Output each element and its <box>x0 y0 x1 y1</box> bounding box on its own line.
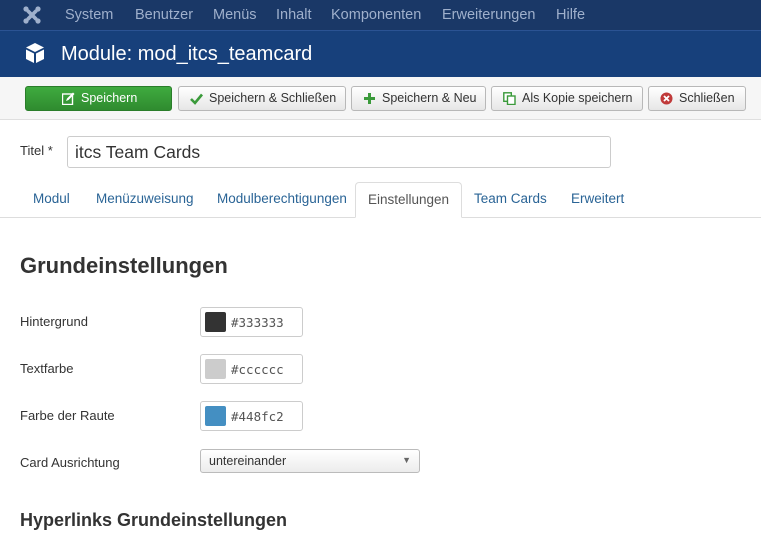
background-color-swatch[interactable] <box>205 312 226 332</box>
diamond-color-swatch[interactable] <box>205 406 226 426</box>
textcolor-value: #cccccc <box>231 362 284 377</box>
save-new-button[interactable]: Speichern & Neu <box>351 86 486 111</box>
check-icon <box>190 93 203 105</box>
tab-modulberechtigungen[interactable]: Modulberechtigungen <box>217 191 347 206</box>
orientation-label: Card Ausrichtung <box>20 455 120 470</box>
tab-team-cards[interactable]: Team Cards <box>474 191 547 206</box>
hyperlinks-heading: Hyperlinks Grundeinstellungen <box>20 510 288 530</box>
title-label: Titel * <box>20 143 53 158</box>
cube-icon <box>26 43 44 63</box>
save-new-button-label: Speichern & Neu <box>382 91 477 105</box>
page-header: Module: mod_itcs_teamcard <box>0 30 761 77</box>
menu-menus[interactable]: Menüs <box>213 0 257 30</box>
background-color-field[interactable]: #333333 <box>200 307 303 337</box>
section-heading: Grundeinstellungen <box>20 253 228 278</box>
close-button-label: Schließen <box>679 91 735 105</box>
title-input[interactable]: itcs Team Cards <box>67 136 611 168</box>
chevron-down-icon: ▼ <box>402 455 411 465</box>
tab-erweitert[interactable]: Erweitert <box>571 191 624 206</box>
menu-komponenten[interactable]: Komponenten <box>331 0 421 30</box>
menu-hilfe[interactable]: Hilfe <box>556 0 585 30</box>
close-circle-icon <box>660 92 673 105</box>
diamond-color-label: Farbe der Raute <box>20 408 115 423</box>
save-close-button[interactable]: Speichern & Schließen <box>178 86 346 111</box>
edit-icon <box>62 92 75 105</box>
tab-modul[interactable]: Modul <box>33 191 70 206</box>
orientation-select[interactable]: untereinander ▼ <box>200 449 420 473</box>
close-button[interactable]: Schließen <box>648 86 746 111</box>
textcolor-field[interactable]: #cccccc <box>200 354 303 384</box>
save-close-button-label: Speichern & Schließen <box>209 91 337 105</box>
diamond-color-value: #448fc2 <box>231 409 284 424</box>
save-copy-button-label: Als Kopie speichern <box>522 91 633 105</box>
save-button-label: Speichern <box>81 91 138 105</box>
top-navigation: System Benutzer Menüs Inhalt Komponenten… <box>0 0 761 30</box>
diamond-color-field[interactable]: #448fc2 <box>200 401 303 431</box>
textcolor-swatch[interactable] <box>205 359 226 379</box>
tab-menuzuweisung[interactable]: Menüzuweisung <box>96 191 194 206</box>
background-label: Hintergrund <box>20 314 88 329</box>
textcolor-label: Textfarbe <box>20 361 74 376</box>
toolbar: Speichern Speichern & Schließen Speicher… <box>0 77 761 120</box>
page-title: Module: mod_itcs_teamcard <box>61 43 313 65</box>
copy-icon <box>503 92 516 105</box>
joomla-logo-icon[interactable] <box>22 5 42 25</box>
background-color-value: #333333 <box>231 315 284 330</box>
save-button[interactable]: Speichern <box>25 86 172 111</box>
tab-einstellungen[interactable]: Einstellungen <box>355 182 463 218</box>
save-copy-button[interactable]: Als Kopie speichern <box>491 86 643 111</box>
menu-benutzer[interactable]: Benutzer <box>135 0 193 30</box>
menu-erweiterungen[interactable]: Erweiterungen <box>442 0 536 30</box>
plus-icon <box>364 93 375 104</box>
menu-system[interactable]: System <box>65 0 113 30</box>
menu-inhalt[interactable]: Inhalt <box>276 0 311 30</box>
orientation-selected-value: untereinander <box>209 454 287 468</box>
